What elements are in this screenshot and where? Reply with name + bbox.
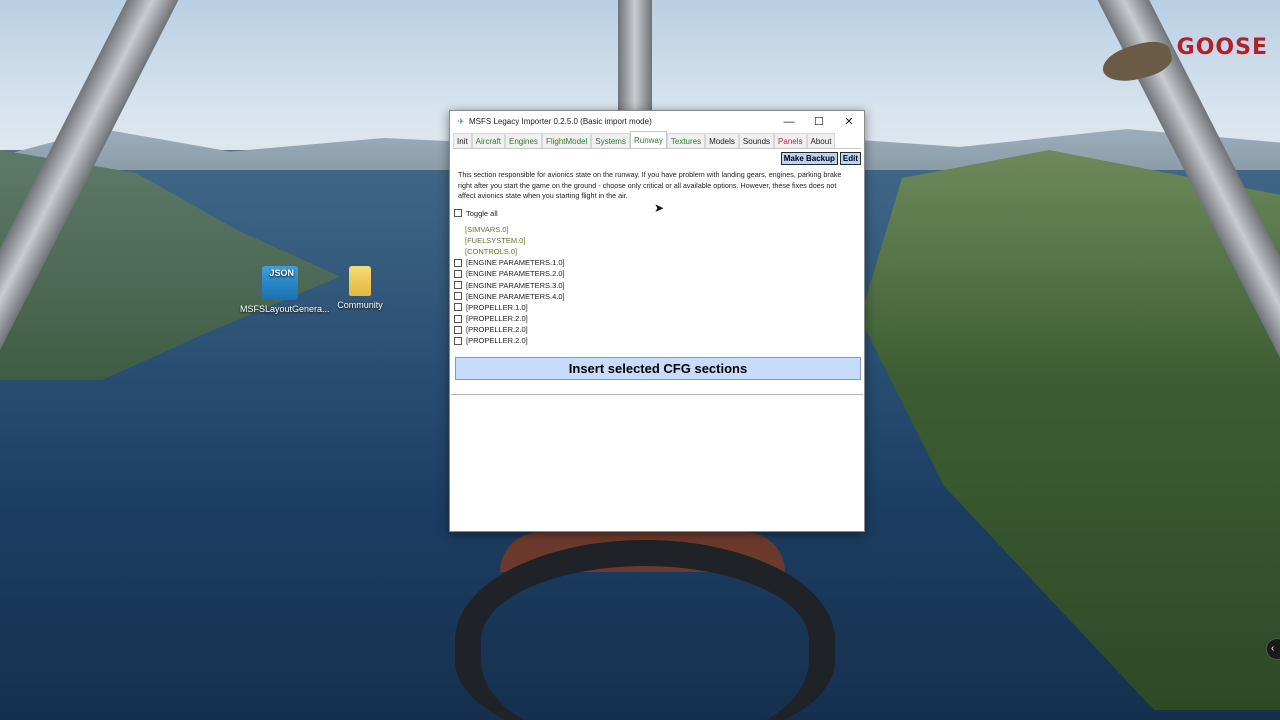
cfg-section-checkbox[interactable]: [454, 269, 462, 278]
cfg-section-row[interactable]: [ENGINE PARAMETERS.3.0]: [450, 279, 864, 290]
close-button[interactable]: ✕: [834, 111, 864, 132]
cfg-section-row[interactable]: [PROPELLER.2.0]: [450, 324, 864, 335]
cfg-section-row[interactable]: [ENGINE PARAMETERS.1.0]: [450, 257, 864, 268]
edit-button[interactable]: Edit: [839, 152, 861, 165]
cfg-section-row: [FUELSYSTEM.0]: [450, 235, 864, 246]
cfg-section-label: [PROPELLER.1.0]: [466, 302, 528, 312]
cfg-section-label: [PROPELLER.2.0]: [466, 325, 528, 335]
desktop-icon-label: MSFSLayoutGenera...: [240, 304, 330, 314]
cfg-section-checkbox[interactable]: [454, 314, 462, 323]
tab-init[interactable]: Init: [453, 133, 472, 148]
cfg-section-label: [ENGINE PARAMETERS.2.0]: [466, 269, 565, 279]
cfg-section-checkbox[interactable]: [454, 281, 462, 290]
cfg-section-checkbox[interactable]: [454, 336, 462, 345]
importer-window: ✈ MSFS Legacy Importer 0.2.5.0 (Basic im…: [449, 110, 865, 532]
cfg-section-checkbox[interactable]: [454, 292, 462, 301]
cfg-section-label: [ENGINE PARAMETERS.1.0]: [466, 258, 565, 268]
logo-text: GOOSE: [1176, 35, 1268, 60]
cfg-section-row[interactable]: [PROPELLER.1.0]: [450, 302, 864, 313]
cfg-section-label: [PROPELLER.2.0]: [466, 314, 528, 324]
cfg-section-checkbox[interactable]: [454, 303, 462, 312]
json-file-icon: JSON: [262, 266, 298, 300]
cfg-section-label: [ENGINE PARAMETERS.4.0]: [466, 291, 565, 301]
desktop-icon-layout-generator[interactable]: JSON MSFSLayoutGenera...: [240, 266, 330, 314]
cfg-section-row: [SIMVARS.0]: [450, 224, 864, 235]
tab-aircraft[interactable]: Aircraft: [471, 133, 506, 148]
json-badge: JSON: [269, 268, 294, 278]
divider: [451, 393, 863, 395]
toggle-all-label: Toggle all: [466, 208, 498, 218]
desktop-icon-label: Community: [337, 300, 383, 310]
tab-bar: Init Aircraft Engines FlightModel Systems Run…: [453, 131, 861, 149]
center-strut: [618, 0, 652, 115]
cfg-section-row[interactable]: [PROPELLER.2.0]: [450, 313, 864, 324]
window-controls: — ☐ ✕: [774, 111, 864, 132]
cfg-section-row: [CONTROLS.0]: [450, 246, 864, 257]
cfg-section-label: [PROPELLER.2.0]: [466, 336, 528, 346]
tab-panels[interactable]: Panels: [774, 133, 807, 148]
cfg-section-row[interactable]: [ENGINE PARAMETERS.2.0]: [450, 268, 864, 279]
cfg-section-label: [CONTROLS.0]: [465, 246, 518, 256]
mouse-cursor-icon: ➤: [654, 201, 665, 215]
tab-textures[interactable]: Textures: [666, 133, 706, 148]
tab-runway[interactable]: Runway: [629, 131, 667, 148]
window-title: MSFS Legacy Importer 0.2.5.0 (Basic impo…: [469, 117, 652, 126]
minimize-button[interactable]: —: [774, 111, 804, 132]
cfg-section-checkbox[interactable]: [454, 325, 462, 334]
maximize-button[interactable]: ☐: [804, 111, 834, 132]
tab-sounds[interactable]: Sounds: [738, 133, 775, 148]
insert-sections-button[interactable]: Insert selected CFG sections: [455, 356, 861, 380]
tab-systems[interactable]: Systems: [591, 133, 630, 148]
section-description: This section responsible for avionics st…: [458, 170, 842, 200]
bomb-graphic: [1098, 36, 1176, 88]
tab-about[interactable]: About: [806, 133, 836, 148]
desktop-icon-community[interactable]: Community: [320, 266, 400, 310]
cfg-section-row[interactable]: [PROPELLER.2.0]: [450, 335, 864, 346]
cfg-section-checkbox[interactable]: [454, 258, 462, 267]
cfg-section-row[interactable]: [ENGINE PARAMETERS.4.0]: [450, 291, 864, 302]
tab-flightmodel[interactable]: FlightModel: [541, 133, 592, 148]
app-icon: ✈: [457, 116, 465, 126]
title-bar[interactable]: ✈ MSFS Legacy Importer 0.2.5.0 (Basic im…: [450, 111, 864, 132]
cfg-section-label: [ENGINE PARAMETERS.3.0]: [466, 280, 565, 290]
folder-icon: [349, 266, 371, 296]
toggle-all-checkbox[interactable]: [454, 209, 462, 217]
goose-logo: GOOSE: [1098, 5, 1280, 95]
action-row: Make Backup Edit: [450, 149, 864, 165]
cfg-section-list: [SIMVARS.0] [FUELSYSTEM.0] [CONTROLS.0] [EN…: [450, 224, 864, 347]
cfg-section-label: [FUELSYSTEM.0]: [465, 235, 526, 245]
cfg-section-label: [SIMVARS.0]: [465, 224, 509, 234]
tab-models[interactable]: Models: [705, 133, 739, 148]
make-backup-button[interactable]: Make Backup: [780, 152, 838, 165]
tab-engines[interactable]: Engines: [505, 133, 542, 148]
